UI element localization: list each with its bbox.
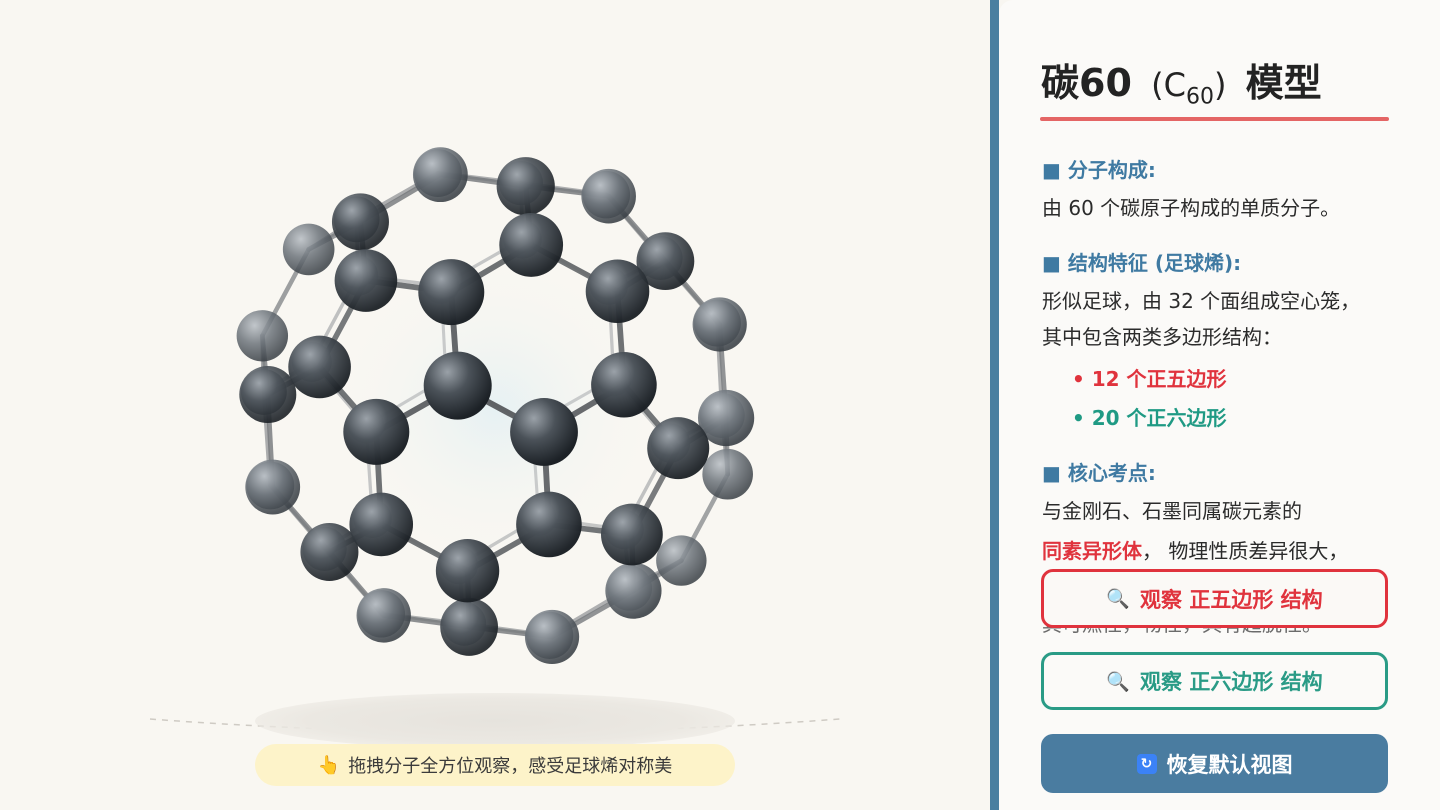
section-composition-text: 由 60 个碳原子构成的单质分子。 <box>1042 196 1341 220</box>
carbon-atom <box>647 417 710 480</box>
section-keypoints-line2: 同素异形体， 物理性质差异很大， <box>1042 535 1348 564</box>
carbon-atom <box>300 522 359 581</box>
bullet-pentagon: • 12 个正五边形 <box>1072 367 1227 391</box>
section-structure-line1: 形似足球，由 32 个面组成空心笼， <box>1042 289 1361 313</box>
carbon-atom <box>692 297 747 352</box>
carbon-atom <box>418 259 485 326</box>
carbon-atom <box>331 193 389 251</box>
carbon-atom <box>524 609 580 665</box>
carbon-atom <box>656 535 707 586</box>
drag-hint-text: 拖拽分子全方位观察，感受足球烯对称美 <box>348 756 673 777</box>
carbon-atom <box>440 598 499 656</box>
carbon-atom <box>435 539 500 603</box>
carbon-atom <box>600 503 663 566</box>
title-suffix: 模型 <box>1245 61 1322 105</box>
carbon-atom <box>288 335 351 399</box>
carbon-atom <box>236 310 289 362</box>
carbon-atom <box>349 492 414 557</box>
info-panel: 碳60 (C60) 模型 ■ 分子构成: 由 60 个碳原子构成的单质分子。 ■… <box>999 0 1440 810</box>
bullet-hexagon: • 20 个正六边形 <box>1072 406 1227 430</box>
formula-subscript: 60 <box>1185 84 1214 110</box>
carbon-atom <box>510 398 578 466</box>
reset-view-button[interactable]: ↻ 恢复默认视图 <box>1041 734 1388 793</box>
carbon-atom <box>356 588 411 643</box>
drag-hint-banner: 👆 拖拽分子全方位观察，感受足球烯对称美 <box>255 744 735 786</box>
carbon-atom <box>282 223 335 276</box>
molecule-shadow <box>255 693 735 749</box>
title-formula: (C60) <box>1151 66 1227 109</box>
carbon-atom <box>423 351 492 420</box>
carbon-atom <box>496 157 555 216</box>
allotrope-highlight: 同素异形体 <box>1042 539 1142 563</box>
reset-view-label: 恢复默认视图 <box>1166 752 1293 777</box>
page-title: 碳60 (C60) 模型 <box>1041 52 1322 109</box>
carbon-atom <box>516 491 582 558</box>
title-underline <box>1040 117 1389 121</box>
observe-pentagon-label: 观察 正五边形 结构 <box>1140 587 1323 612</box>
carbon-atom <box>585 259 650 324</box>
carbon-atom <box>245 459 301 515</box>
magnifier-icon: 🔍 <box>1106 588 1131 610</box>
formula-close: ) <box>1213 66 1227 104</box>
c60-molecule-model[interactable] <box>0 0 990 810</box>
refresh-icon: ↻ <box>1136 753 1157 774</box>
observe-hexagon-label: 观察 正六边形 结构 <box>1140 670 1323 694</box>
carbon-atom <box>239 366 297 424</box>
magnifier-icon: 🔍 <box>1106 670 1131 693</box>
title-main: 碳60 <box>1041 61 1132 105</box>
molecule-viewer[interactable]: 👆 拖拽分子全方位观察，感受足球烯对称美 <box>0 0 990 810</box>
observe-hexagon-button[interactable]: 🔍 观察 正六边形 结构 <box>1041 652 1388 710</box>
carbon-atom <box>343 398 410 465</box>
pointing-hand-icon: 👆 <box>317 754 341 776</box>
carbon-atom <box>591 351 657 418</box>
carbon-atom <box>605 562 662 619</box>
section-structure-line2: 其中包含两类多边形结构： <box>1042 325 1282 349</box>
formula-open: (C <box>1151 66 1186 104</box>
carbon-atom <box>412 147 468 203</box>
keypoints-line2-rest: ， 物理性质差异很大， <box>1142 539 1349 563</box>
section-structure-heading: ■ 结构特征 (足球烯): <box>1042 251 1242 275</box>
panel-divider <box>990 0 999 810</box>
section-keypoints-heading: ■ 核心考点: <box>1042 461 1156 485</box>
carbon-atom <box>581 168 636 224</box>
observe-pentagon-button[interactable]: 🔍 观察 正五边形 结构 <box>1041 569 1388 628</box>
carbon-atom <box>499 213 564 277</box>
carbon-atom <box>702 448 753 500</box>
carbon-atom <box>334 249 398 312</box>
section-keypoints-line1: 与金刚石、石墨同属碳元素的 <box>1042 499 1302 523</box>
section-composition-heading: ■ 分子构成: <box>1042 158 1156 182</box>
